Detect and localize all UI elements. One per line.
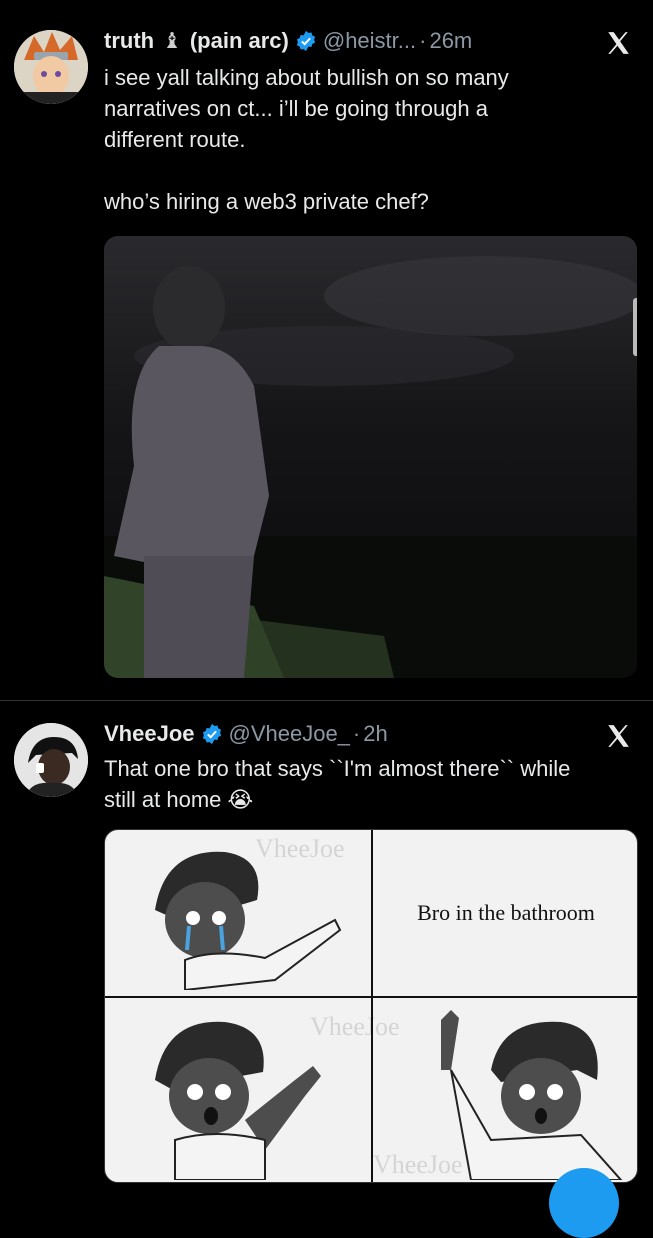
x-logo-icon[interactable] <box>605 30 631 56</box>
verified-badge-icon <box>202 723 221 745</box>
tweet-text-line: who’s hiring a web3 private chef? <box>104 189 429 214</box>
verified-badge-icon <box>296 30 315 52</box>
handle[interactable]: @VheeJoe_ <box>229 721 350 747</box>
scroll-indicator[interactable] <box>633 298 637 356</box>
tweet-text: i see yall talking about bullish on so m… <box>104 62 509 217</box>
chess-piece-icon: ♝ <box>162 28 182 53</box>
tweet-header: VheeJoe @VheeJoe_ · 2h <box>104 721 388 747</box>
comic-divider-horizontal <box>105 996 637 998</box>
separator-dot: · <box>352 721 361 746</box>
crying-character-icon <box>155 851 342 990</box>
pointing-up-character-icon <box>441 1010 623 1180</box>
tweet-header: truth ♝ (pain arc) @heistr... · 26m <box>104 28 472 54</box>
handle[interactable]: @heistr... <box>323 28 416 54</box>
compose-button[interactable] <box>549 1168 619 1238</box>
tweet-text-line: That one bro that says ``I'm almost ther… <box>104 756 571 781</box>
tweet-text-line: still at home 😭 <box>104 787 254 812</box>
person-avatar-icon[interactable] <box>14 723 88 797</box>
display-name[interactable]: VheeJoe <box>104 721 195 747</box>
display-name-suffix[interactable]: (pain arc) <box>190 28 289 54</box>
separator-dot: · <box>419 28 427 53</box>
x-logo-icon[interactable] <box>605 723 631 749</box>
anime-avatar-icon[interactable] <box>14 30 88 104</box>
comic-image[interactable]: VheeJoe VheeJoe VheeJoe Bro in the bathr… <box>104 829 638 1183</box>
tweet-text-line: i see yall talking about bullish on so m… <box>104 65 509 90</box>
tweet-text-line: narratives on ct... i’ll be going throug… <box>104 96 489 121</box>
comic-caption: Bro in the bathroom <box>417 900 595 925</box>
timestamp[interactable]: 2h <box>363 721 387 747</box>
timestamp[interactable]: 26m <box>429 28 472 54</box>
tweet-2[interactable]: VheeJoe @VheeJoe_ · 2h That one bro that… <box>0 701 653 1200</box>
tweet-text-line: different route. <box>104 127 246 152</box>
shocked-character-icon <box>155 1021 321 1180</box>
tweet-1[interactable]: truth ♝ (pain arc) @heistr... · 26m i se… <box>0 0 653 700</box>
comic-divider-vertical <box>371 830 373 1182</box>
tweet-photo[interactable] <box>104 236 637 678</box>
tweet-text: That one bro that says ``I'm almost ther… <box>104 753 570 815</box>
display-name[interactable]: truth <box>104 28 154 54</box>
